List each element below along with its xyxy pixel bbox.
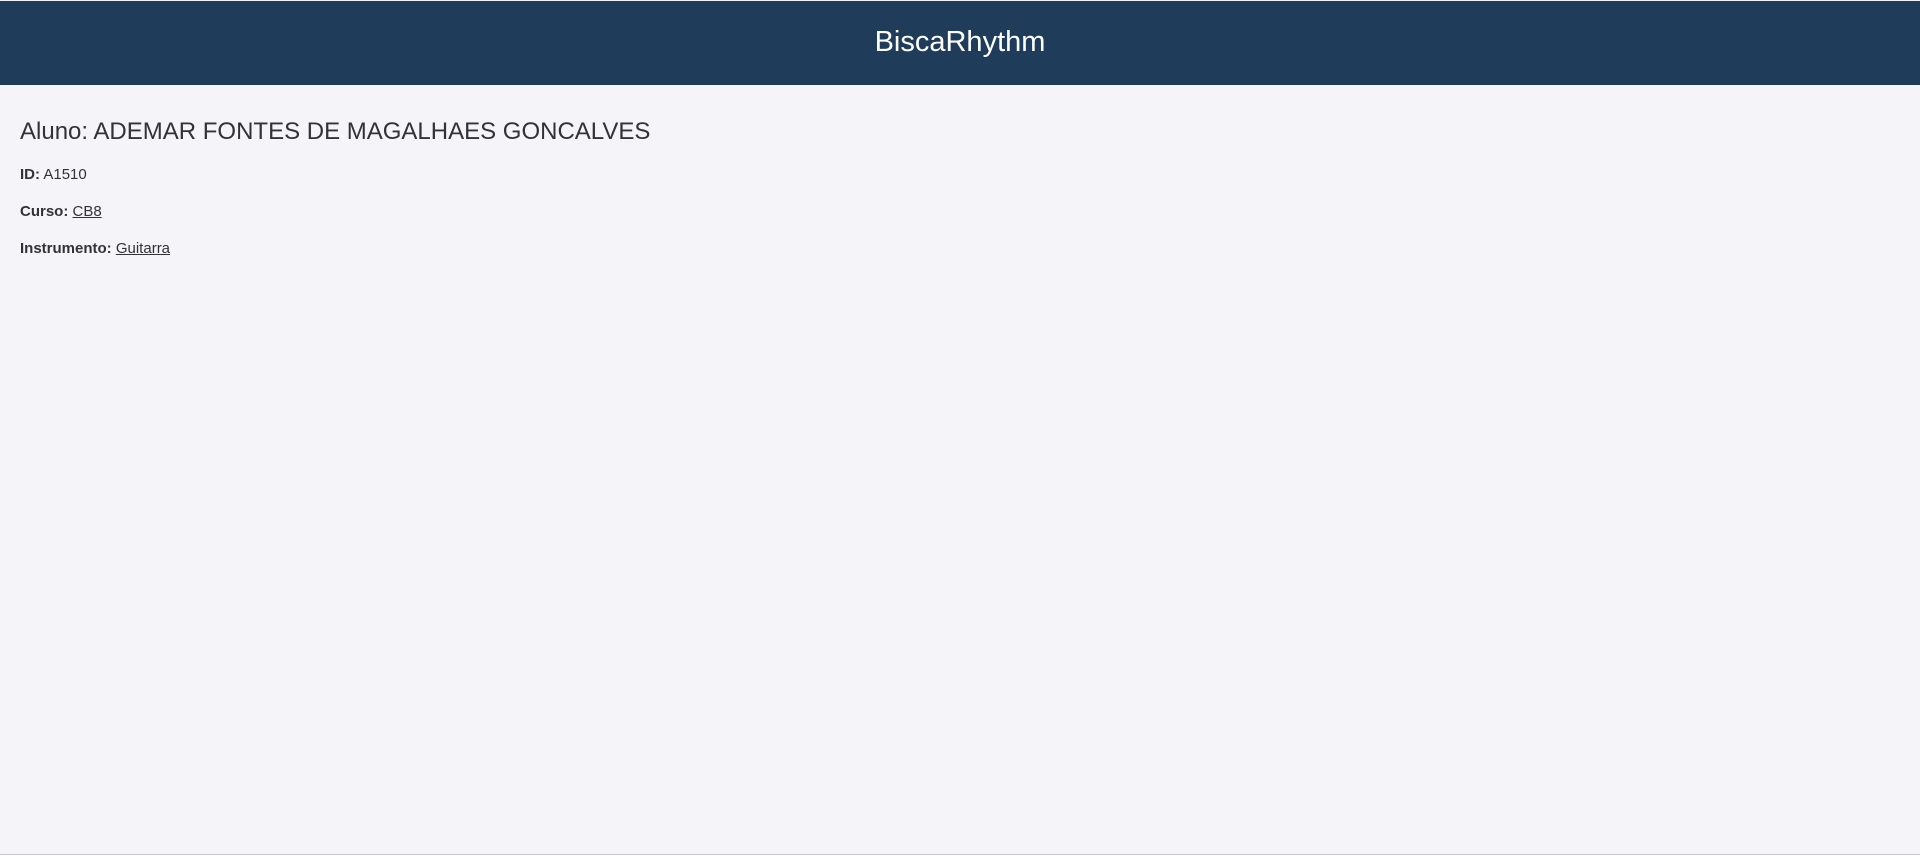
top-header: BiscaRhythm: [0, 1, 1920, 85]
student-detail-page: BiscaRhythm Aluno: ADEMAR FONTES DE MAGA…: [0, 0, 1920, 855]
student-heading: Aluno: ADEMAR FONTES DE MAGALHAES GONCAL…: [20, 118, 651, 145]
instrument-link[interactable]: Guitarra: [116, 240, 170, 257]
id-value: A1510: [43, 165, 87, 183]
course-label: Curso:: [20, 202, 69, 220]
brand-title: BiscaRhythm: [874, 25, 1046, 58]
id-label: ID:: [20, 165, 40, 183]
student-course-row: Curso: CB8: [20, 203, 1900, 221]
course-link[interactable]: CB8: [73, 203, 102, 220]
student-content: Aluno: ADEMAR FONTES DE MAGALHAES GONCAL…: [20, 118, 1900, 258]
student-instrument-row: Instrumento: Guitarra: [20, 240, 1900, 258]
student-id-row: ID: A1510: [20, 166, 1900, 184]
instrument-label: Instrumento:: [20, 239, 112, 257]
